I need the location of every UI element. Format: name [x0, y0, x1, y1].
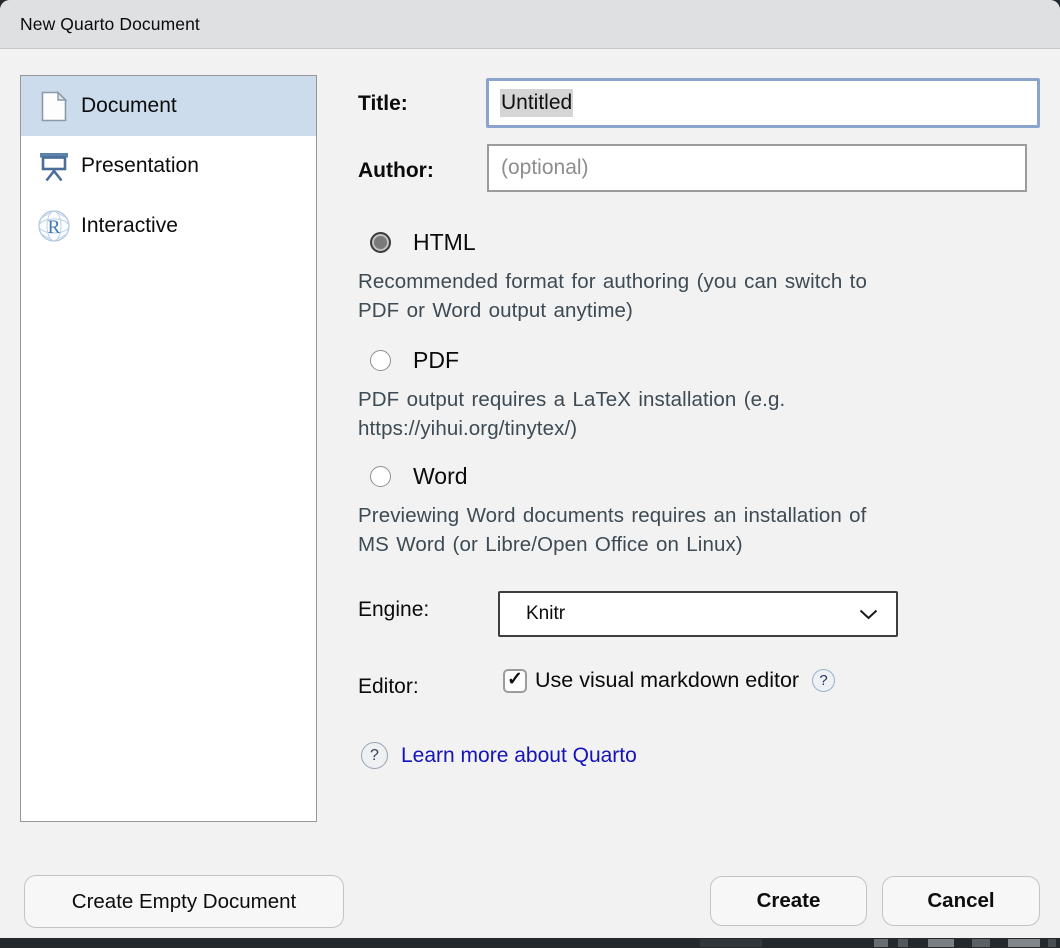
radio-word[interactable] [370, 466, 391, 487]
presentation-icon [36, 148, 72, 184]
svg-text:R: R [48, 217, 61, 238]
dialog-title: New Quarto Document [20, 13, 200, 34]
word-description: Previewing Word documents requires an in… [358, 504, 867, 556]
document-icon [36, 88, 72, 124]
title-label: Title: [358, 92, 408, 115]
sidebar-item-label: Presentation [81, 154, 199, 177]
author-label: Author: [358, 159, 434, 182]
sidebar-item-interactive[interactable]: R Interactive [21, 196, 316, 256]
pdf-description: PDF output requires a LaTeX installation… [358, 388, 786, 440]
radio-pdf[interactable] [370, 350, 391, 371]
learn-more-row: ? Learn more about Quarto [361, 742, 637, 769]
sidebar-item-label: Interactive [81, 214, 178, 237]
r-logo-icon: R [36, 208, 72, 244]
background-window-strip [0, 938, 1060, 948]
radio-html-label: HTML [413, 229, 476, 255]
sidebar-item-document[interactable]: Document [21, 76, 316, 136]
engine-selected-value: Knitr [526, 603, 566, 624]
document-type-list: Document Presentation R Interactive [20, 75, 317, 822]
sidebar-item-presentation[interactable]: Presentation [21, 136, 316, 196]
author-input[interactable] [487, 144, 1027, 192]
engine-label: Engine: [358, 598, 430, 621]
create-button[interactable]: Create [710, 876, 867, 926]
engine-dropdown[interactable]: Knitr [498, 591, 898, 637]
screen-background: New Quarto Document Document Presentatio… [0, 0, 1060, 948]
dialog-titlebar: New Quarto Document [0, 0, 1060, 49]
visual-editor-checkbox-label[interactable]: Use visual markdown editor [535, 668, 799, 693]
radio-word-label: Word [413, 463, 468, 489]
radio-pdf-label: PDF [413, 347, 459, 373]
sidebar-item-label: Document [81, 94, 177, 117]
learn-more-link[interactable]: Learn more about Quarto [401, 744, 637, 768]
title-input-value: Untitled [500, 89, 574, 117]
new-quarto-document-dialog: New Quarto Document Document Presentatio… [0, 0, 1060, 938]
editor-help-icon[interactable]: ? [812, 669, 836, 692]
chevron-down-icon [859, 609, 878, 620]
html-description: Recommended format for authoring (you ca… [358, 270, 867, 322]
visual-editor-checkbox[interactable]: ✓ [503, 668, 527, 693]
quarto-help-icon[interactable]: ? [361, 742, 388, 769]
editor-label: Editor: [358, 675, 419, 698]
cancel-button[interactable]: Cancel [882, 876, 1040, 926]
editor-row: ✓ Use visual markdown editor ? [503, 668, 836, 693]
radio-html[interactable] [370, 232, 391, 253]
title-input[interactable]: Untitled [486, 78, 1040, 128]
create-empty-document-button[interactable]: Create Empty Document [24, 875, 344, 928]
check-icon: ✓ [507, 669, 523, 690]
